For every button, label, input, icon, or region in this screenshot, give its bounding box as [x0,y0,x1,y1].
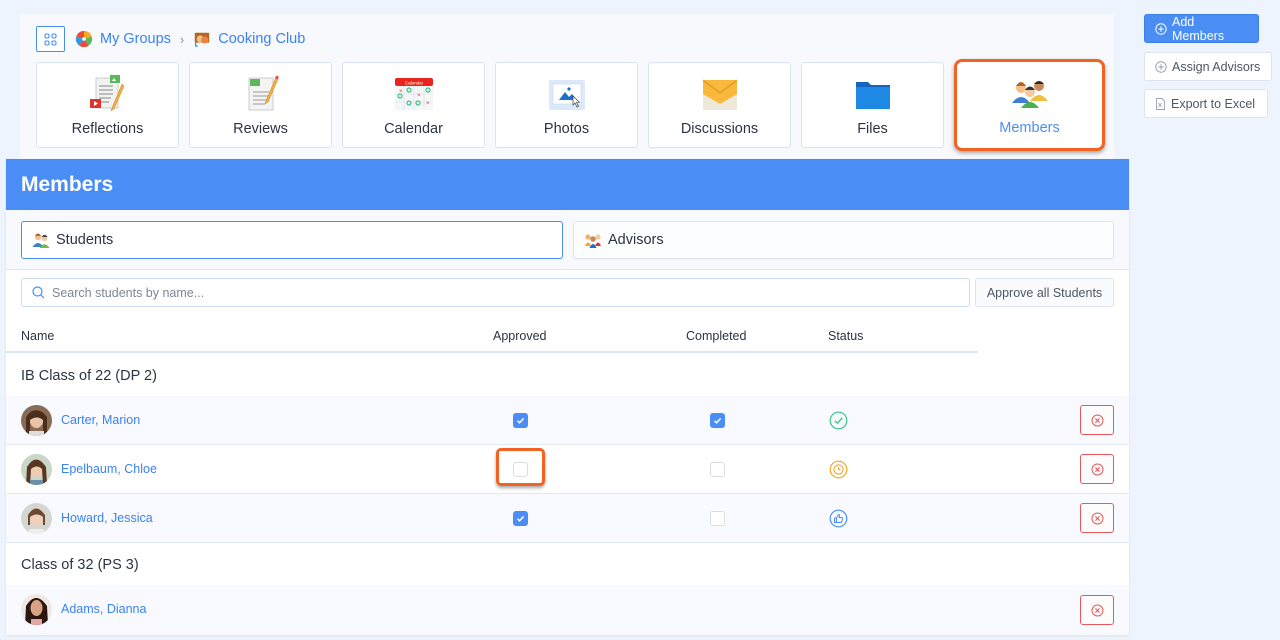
search-students-input[interactable] [52,285,932,300]
check-circle-icon [829,411,848,430]
review-notepad-icon [248,75,279,111]
group-header: IB Class of 22 (DP 2) [6,355,1129,398]
add-members-button[interactable]: Add Members [1144,14,1259,43]
photo-icon [548,80,585,110]
tile-reflections[interactable]: Reflections [36,62,179,148]
checkmark-icon [516,515,525,522]
group-header: Class of 32 (PS 3) [6,544,1129,587]
excel-file-icon [1156,97,1165,110]
tile-label: Photos [543,121,590,137]
folder-icon [855,82,890,109]
tile-discussions[interactable]: Discussions [648,62,791,148]
tab-students-label: Students [56,232,114,248]
export-to-excel-label: Export to Excel [1171,96,1256,111]
tile-label: Files [857,121,888,137]
column-approved: Approved [493,329,547,343]
advisors-icon [585,234,601,248]
remove-member-button[interactable] [1080,595,1114,625]
column-status: Status [828,329,864,343]
remove-circle-icon [1091,414,1103,426]
checkmark-icon [516,417,525,424]
plus-circle-icon [1155,60,1167,73]
tile-label: Reviews [233,121,288,137]
svg-text:Calendar: Calendar [404,81,423,86]
breadcrumb-separator: › [179,31,185,47]
members-group-icon [1011,81,1048,108]
tile-label: Calendar [384,121,443,137]
completed-checkbox[interactable] [710,462,725,477]
remove-circle-icon [1091,512,1103,524]
reflection-document-icon [89,75,124,112]
member-row: Adams, Dianna [6,585,1129,635]
member-name-link[interactable]: Howard, Jessica [61,511,153,525]
groups-wheel-icon [75,30,93,48]
tab-advisors-label: Advisors [608,232,664,248]
column-completed: Completed [686,329,747,343]
member-name-link[interactable]: Epelbaum, Chloe [61,462,157,476]
tile-members[interactable]: Members [954,59,1105,151]
apps-grid-button[interactable] [36,26,65,52]
tile-photos[interactable]: Photos [495,62,638,148]
assign-advisors-label: Assign Advisors [1172,59,1261,74]
approved-checkbox[interactable] [513,413,528,428]
breadcrumb-my-groups[interactable]: My Groups [100,31,171,47]
panel-title: Members [6,159,1129,210]
plus-circle-icon [1155,22,1167,35]
member-name-link[interactable]: Adams, Dianna [61,602,146,616]
remove-member-button[interactable] [1080,405,1114,435]
member-row: Epelbaum, Chloe [6,445,1129,494]
avatar [21,594,52,625]
students-icon [32,233,50,248]
tile-calendar[interactable]: Calendar × × × Calendar [342,62,485,148]
members-table-header: Name Approved Completed Status [6,320,1129,353]
svg-text:×: × [417,93,421,99]
tile-reviews[interactable]: Reviews [189,62,332,148]
svg-text:×: × [426,101,430,107]
column-name: Name [21,329,55,343]
member-row: Howard, Jessica [6,494,1129,543]
breadcrumb: My Groups › Cooking Club [36,26,305,52]
group-feature-tiles: Reflections Reviews Calendar × × × Calen… [36,59,1105,151]
avatar [21,454,52,485]
avatar [21,405,52,436]
tab-advisors[interactable]: Advisors [573,221,1114,259]
search-icon [32,286,45,299]
export-to-excel-button[interactable]: Export to Excel [1144,89,1268,118]
tile-label: Reflections [71,121,144,137]
tile-files[interactable]: Files [801,62,944,148]
remove-circle-icon [1091,463,1103,475]
group-nav-card: My Groups › Cooking Club Reflections Rev… [20,14,1114,160]
completed-checkbox[interactable] [710,511,725,526]
remove-member-button[interactable] [1080,454,1114,484]
member-name-link[interactable]: Carter, Marion [61,413,140,427]
checkmark-icon [713,417,722,424]
search-students-field[interactable] [21,278,970,307]
theater-masks-icon [195,32,210,47]
member-row: Carter, Marion [6,396,1129,445]
calendar-icon: Calendar × × × [394,78,433,110]
clock-circle-icon [829,460,848,479]
members-panel: Members Students Advisors Approve all [6,159,1129,635]
envelope-icon [702,79,737,110]
add-members-label: Add Members [1172,14,1225,43]
avatar [21,503,52,534]
approved-checkbox[interactable] [513,511,528,526]
tile-label: Members [999,120,1060,136]
remove-circle-icon [1091,604,1103,616]
assign-advisors-button[interactable]: Assign Advisors [1144,52,1272,81]
approved-checkbox[interactable] [513,462,528,477]
completed-checkbox[interactable] [710,413,725,428]
tab-students[interactable]: Students [21,221,563,259]
apps-grid-icon [44,32,57,46]
breadcrumb-cooking-club[interactable]: Cooking Club [218,31,305,47]
remove-member-button[interactable] [1080,503,1114,533]
thumbs-up-circle-icon [829,509,848,528]
member-type-switch: Students Advisors [6,210,1129,270]
tile-label: Discussions [680,121,759,137]
approve-all-students-button[interactable]: Approve all Students [975,278,1114,307]
